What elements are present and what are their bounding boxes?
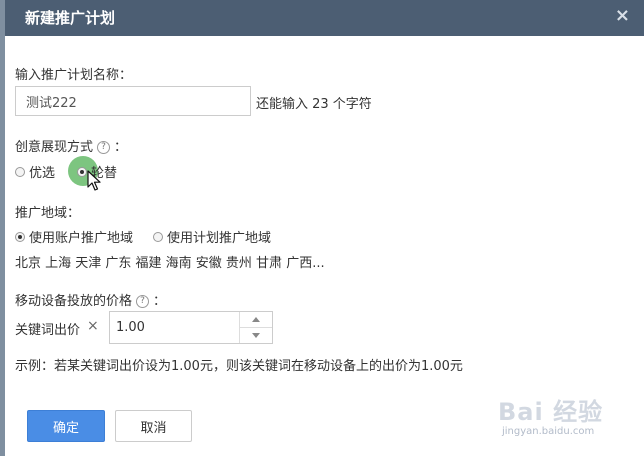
radio-optimize[interactable]: 优选 [15, 162, 55, 181]
radio-plan-region-label: 使用计划推广地域 [167, 231, 272, 246]
ok-button[interactable]: 确定 [27, 410, 105, 442]
bid-multiplier-stepper[interactable] [109, 311, 273, 344]
mobile-price-colon: ： [153, 294, 167, 309]
stepper-up-button[interactable] [240, 312, 272, 327]
bid-label: 关键词出价 [15, 323, 81, 338]
radio-rotate-dot[interactable] [77, 166, 87, 177]
radio-account-region-label: 使用账户推广地域 [29, 231, 134, 246]
radio-account-region[interactable]: 使用账户推广地域 [15, 227, 133, 246]
radio-optimize-label: 优选 [29, 166, 56, 181]
display-mode-label: 创意展现方式?： [15, 136, 127, 155]
multiply-icon: × [87, 318, 99, 334]
radio-plan-region[interactable]: 使用计划推广地域 [153, 227, 271, 246]
radio-account-region-dot[interactable] [15, 231, 25, 242]
stepper-down-button[interactable] [240, 327, 272, 343]
dialog-titlebar: 新建推广计划 × [5, 0, 644, 36]
mouse-pointer-icon [87, 170, 101, 191]
dialog-title: 新建推广计划 [25, 9, 116, 27]
mobile-price-label: 移动设备投放的价格?： [15, 290, 166, 309]
chevron-up-icon [252, 317, 260, 322]
display-mode-colon: ： [114, 140, 128, 155]
region-label: 推广地域： [15, 206, 81, 221]
watermark-text: Bai 经验 [498, 398, 604, 426]
plan-name-hint: 还能输入 23 个字符 [256, 97, 372, 112]
plan-name-input[interactable] [15, 86, 251, 116]
chevron-down-icon [252, 333, 260, 338]
bid-multiplier-input[interactable] [110, 312, 238, 343]
region-summary[interactable]: 北京 上海 天津 广东 福建 海南 安徽 贵州 甘肃 广西... [15, 252, 325, 271]
baidu-watermark: Bai 经验 jingyan.baidu.com [498, 392, 604, 437]
watermark-sub: jingyan.baidu.com [502, 426, 595, 437]
help-icon[interactable]: ? [97, 141, 111, 154]
radio-plan-region-dot[interactable] [153, 231, 163, 242]
radio-optimize-dot[interactable] [15, 166, 25, 177]
help-icon[interactable]: ? [136, 295, 150, 308]
mobile-price-example: 示例：若某关键词出价设为1.00元，则该关键词在移动设备上的出价为1.00元 [15, 359, 463, 374]
display-mode-text: 创意展现方式 [15, 140, 94, 155]
cancel-button[interactable]: 取消 [115, 410, 192, 442]
plan-name-label: 输入推广计划名称： [15, 68, 133, 83]
new-campaign-dialog: 新建推广计划 × 输入推广计划名称： 还能输入 23 个字符 创意展现方式?： … [5, 0, 644, 456]
close-icon[interactable]: × [615, 5, 630, 26]
mobile-price-text: 移动设备投放的价格 [15, 294, 133, 309]
stepper-buttons [239, 312, 272, 343]
